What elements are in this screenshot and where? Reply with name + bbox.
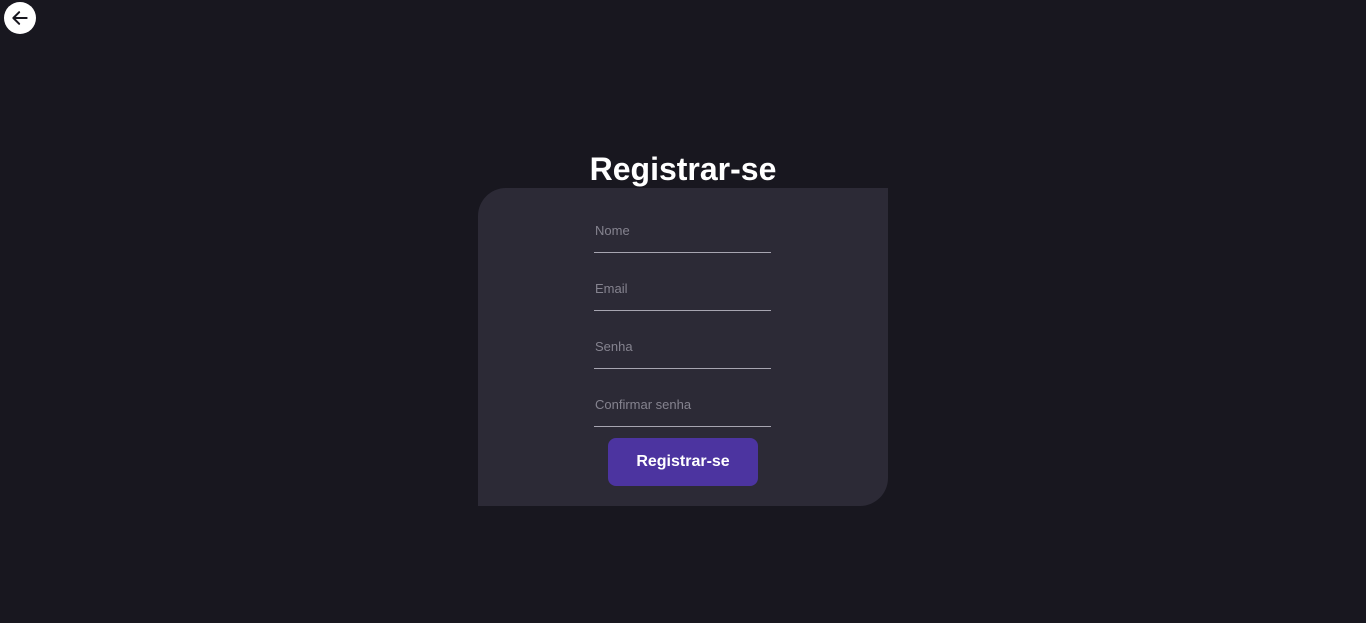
register-form-card: Registrar-se [478, 188, 888, 506]
back-button[interactable] [4, 2, 36, 34]
password-field[interactable] [594, 325, 771, 369]
page-title: Registrar-se [589, 151, 777, 187]
confirm-password-field[interactable] [594, 383, 771, 427]
name-field[interactable] [594, 209, 771, 253]
email-field[interactable] [594, 267, 771, 311]
register-button[interactable]: Registrar-se [608, 438, 758, 486]
arrow-left-icon [10, 8, 30, 28]
